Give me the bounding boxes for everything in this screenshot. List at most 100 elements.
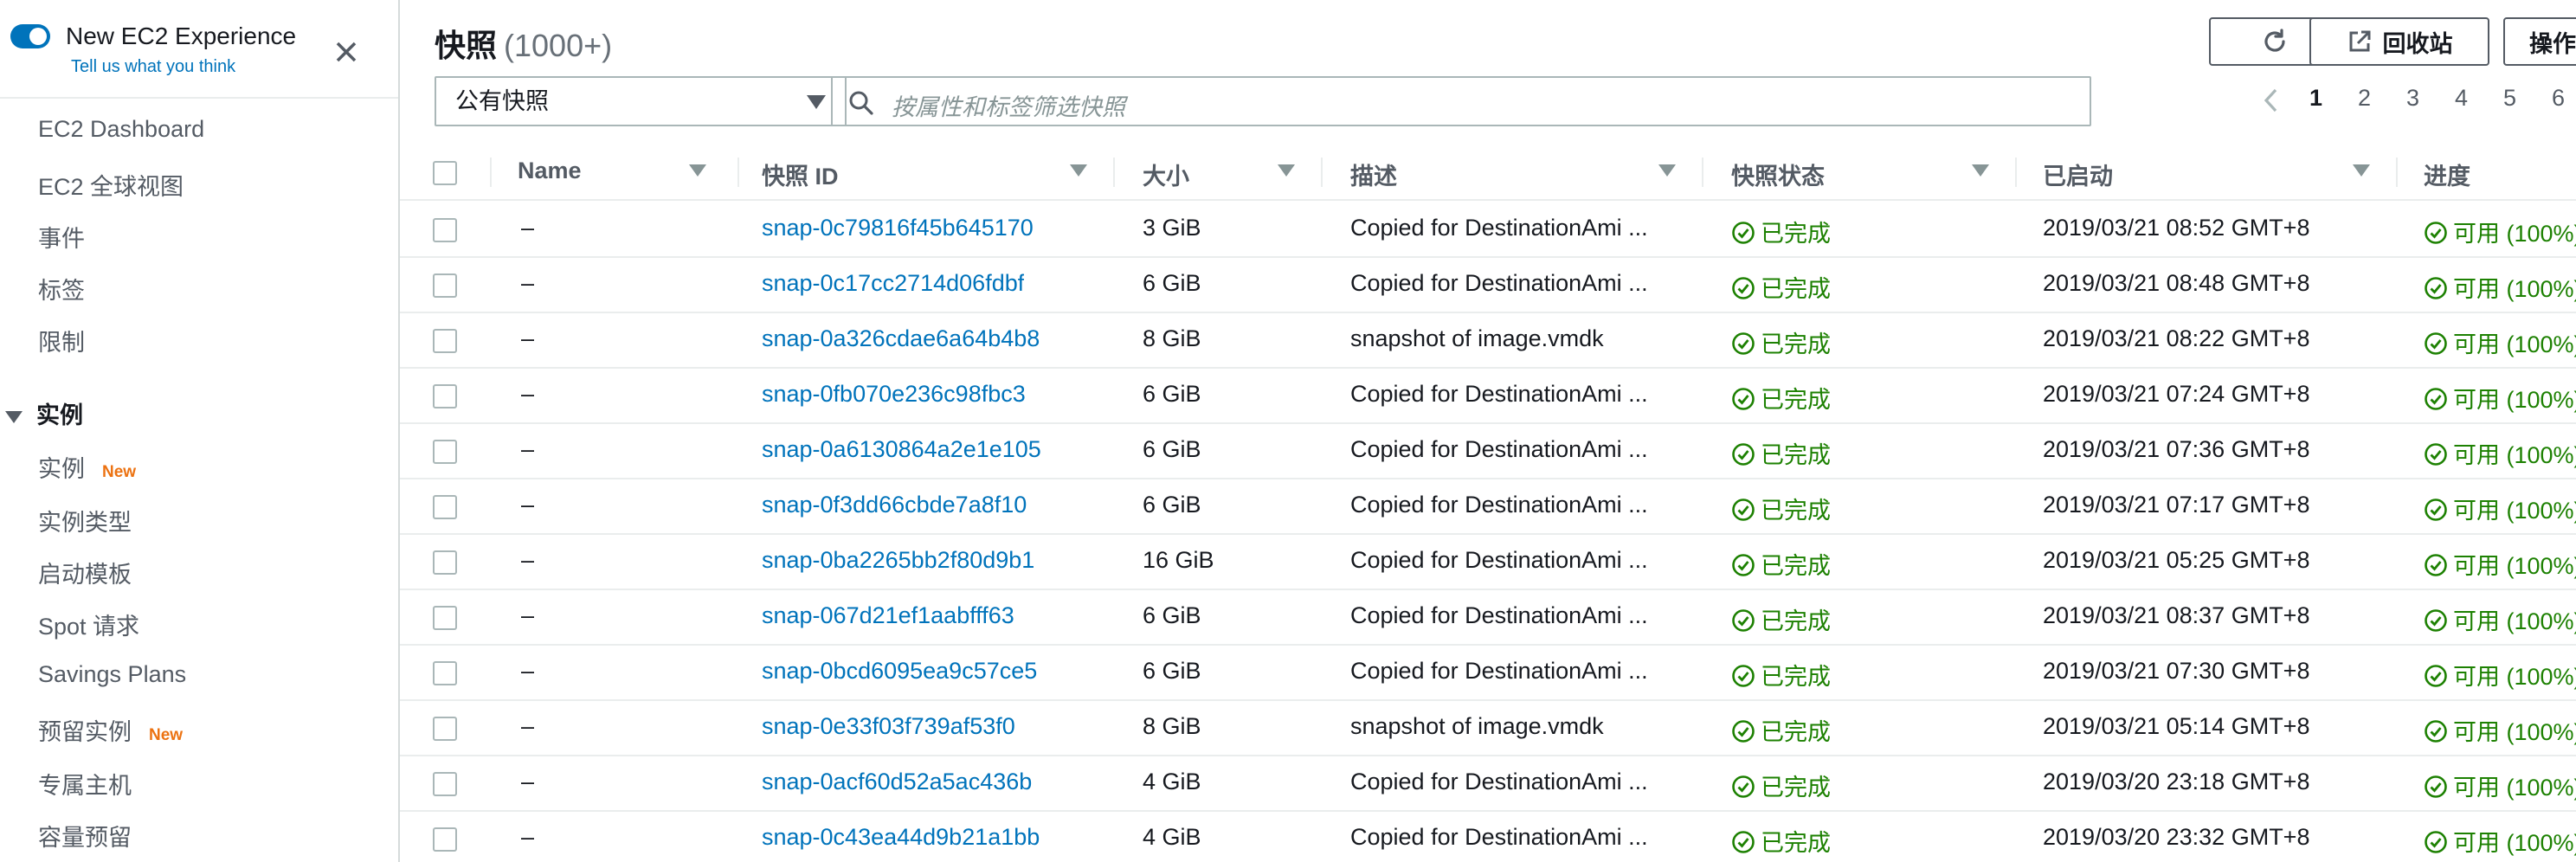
cell-name: –	[521, 215, 535, 241]
cell-snapshot-id-link[interactable]: snap-0acf60d52a5ac436b	[762, 769, 1032, 795]
sidebar-item-spot-requests[interactable]: Spot 请求	[38, 608, 139, 641]
close-icon[interactable]	[329, 35, 364, 69]
sidebar-section-instances[interactable]: 实例	[5, 396, 83, 430]
row-checkbox[interactable]	[433, 717, 457, 741]
check-circle-icon	[2425, 775, 2447, 798]
column-header-status[interactable]: 快照状态	[1731, 158, 1825, 191]
sidebar-item-savings-plans[interactable]: Savings Plans	[38, 661, 186, 688]
column-separator	[490, 158, 492, 187]
table-row[interactable]: – snap-0f3dd66cbde7a8f10 6 GiB Copied for D…	[400, 478, 2576, 535]
table-row[interactable]: – snap-0acf60d52a5ac436b 4 GiB Copied for D…	[400, 755, 2576, 812]
cell-started: 2019/03/21 07:36 GMT+8	[2043, 436, 2310, 462]
sidebar-item-limits[interactable]: 限制	[38, 324, 85, 357]
cell-snapshot-id-link[interactable]: snap-0a6130864a2e1e105	[762, 436, 1041, 463]
page-5[interactable]: 5	[2503, 85, 2516, 112]
page-6[interactable]: 6	[2552, 85, 2565, 112]
feedback-link[interactable]: Tell us what you think	[71, 57, 235, 77]
column-header-snapshot-id[interactable]: 快照 ID	[762, 158, 839, 191]
cell-snapshot-id-link[interactable]: snap-0c79816f45b645170	[762, 215, 1034, 241]
cell-progress: 可用 (100%)	[2424, 658, 2576, 692]
column-header-description[interactable]: 描述	[1350, 158, 1397, 191]
chevron-left-icon[interactable]	[2261, 87, 2282, 114]
cell-size: 8 GiB	[1143, 713, 1201, 739]
column-header-started[interactable]: 已启动	[2043, 158, 2113, 191]
page-3[interactable]: 3	[2406, 85, 2419, 112]
column-separator	[1702, 158, 1703, 187]
sidebar-item-events[interactable]: 事件	[38, 220, 85, 254]
page-1[interactable]: 1	[2309, 85, 2322, 112]
column-header-size[interactable]: 大小	[1143, 158, 1189, 191]
sidebar-item-instance-types[interactable]: 实例类型	[38, 504, 132, 537]
table-row[interactable]: – snap-0a6130864a2e1e105 6 GiB Copied for D…	[400, 422, 2576, 479]
cell-size: 6 GiB	[1143, 381, 1201, 407]
table-row[interactable]: – snap-0bcd6095ea9c57ce5 6 GiB Copied for D…	[400, 644, 2576, 701]
progress-text: 可用 (100%)	[2453, 775, 2576, 801]
check-circle-icon	[2425, 554, 2447, 576]
sidebar-item-capacity-reservations[interactable]: 容量预留	[38, 819, 132, 852]
row-checkbox[interactable]	[433, 772, 457, 796]
table-row[interactable]: – snap-0c17cc2714d06fdbf 6 GiB Copied for D…	[400, 256, 2576, 313]
row-checkbox[interactable]	[433, 440, 457, 464]
sort-caret-icon[interactable]	[1070, 164, 1087, 177]
search-input[interactable]: 按属性和标签筛选快照	[831, 76, 2091, 126]
cell-snapshot-id-link[interactable]: snap-0bcd6095ea9c57ce5	[762, 658, 1037, 685]
row-checkbox[interactable]	[433, 218, 457, 242]
row-checkbox[interactable]	[433, 384, 457, 408]
row-checkbox[interactable]	[433, 550, 457, 575]
cell-snapshot-id-link[interactable]: snap-0c17cc2714d06fdbf	[762, 270, 1024, 297]
sort-caret-icon[interactable]	[1658, 164, 1676, 177]
cell-size: 4 GiB	[1143, 769, 1201, 794]
check-circle-icon	[1732, 609, 1755, 632]
snapshot-type-select[interactable]: 公有快照	[435, 76, 847, 126]
sort-caret-icon[interactable]	[689, 164, 706, 177]
sort-caret-icon[interactable]	[2353, 164, 2370, 177]
row-checkbox[interactable]	[433, 661, 457, 685]
cell-snapshot-id-link[interactable]: snap-0ba2265bb2f80d9b1	[762, 547, 1034, 574]
table-row[interactable]: – snap-067d21ef1aabfff63 6 GiB Copied for D…	[400, 589, 2576, 646]
cell-snapshot-id-link[interactable]: snap-0fb070e236c98fbc3	[762, 381, 1026, 408]
check-circle-icon	[1732, 332, 1755, 355]
sidebar-item-reserved-instances[interactable]: 预留实例 New	[38, 713, 183, 747]
cell-description: Copied for DestinationAmi ...	[1350, 492, 1648, 518]
select-all-checkbox[interactable]	[433, 161, 457, 185]
cell-started: 2019/03/21 05:25 GMT+8	[2043, 547, 2310, 573]
page-4[interactable]: 4	[2455, 85, 2468, 112]
cell-snapshot-id-link[interactable]: snap-0e33f03f739af53f0	[762, 713, 1015, 740]
table-row[interactable]: – snap-0c79816f45b645170 3 GiB Copied for D…	[400, 201, 2576, 258]
cell-status: 已完成	[1731, 769, 1831, 802]
cell-snapshot-id-link[interactable]: snap-0a326cdae6a64b4b8	[762, 325, 1040, 352]
table-row[interactable]: – snap-0a326cdae6a64b4b8 8 GiB snapshot of …	[400, 312, 2576, 369]
sort-caret-icon[interactable]	[1972, 164, 1989, 177]
sidebar-item-launch-templates[interactable]: 启动模板	[38, 556, 132, 589]
cell-size: 16 GiB	[1143, 547, 1214, 573]
sidebar-item-dedicated-hosts[interactable]: 专属主机	[38, 767, 132, 801]
row-checkbox[interactable]	[433, 273, 457, 298]
page-2[interactable]: 2	[2358, 85, 2371, 112]
row-checkbox[interactable]	[433, 606, 457, 630]
recycle-bin-button[interactable]: 回收站	[2309, 17, 2489, 66]
row-checkbox[interactable]	[433, 329, 457, 353]
table-row[interactable]: – snap-0c43ea44d9b21a1bb 4 GiB Copied for D…	[400, 810, 2576, 862]
column-header-progress[interactable]: 进度	[2424, 158, 2470, 191]
cell-snapshot-id-link[interactable]: snap-0c43ea44d9b21a1bb	[762, 824, 1040, 851]
sidebar-item-global-view[interactable]: EC2 全球视图	[38, 168, 184, 202]
cell-name: –	[521, 436, 535, 462]
row-checkbox[interactable]	[433, 827, 457, 852]
cell-started: 2019/03/21 05:14 GMT+8	[2043, 713, 2310, 739]
actions-button[interactable]: 操作	[2503, 17, 2576, 66]
column-header-name[interactable]: Name	[518, 158, 582, 184]
sort-caret-icon[interactable]	[1278, 164, 1295, 177]
cell-snapshot-id-link[interactable]: snap-067d21ef1aabfff63	[762, 602, 1014, 629]
table-row[interactable]: – snap-0ba2265bb2f80d9b1 16 GiB Copied for …	[400, 533, 2576, 590]
table-row[interactable]: – snap-0e33f03f739af53f0 8 GiB snapshot of …	[400, 699, 2576, 756]
row-checkbox[interactable]	[433, 495, 457, 519]
status-text: 已完成	[1761, 830, 1831, 856]
sidebar-item-ec2-dashboard[interactable]: EC2 Dashboard	[38, 116, 204, 143]
sidebar-item-instances[interactable]: 实例 New	[38, 450, 136, 484]
cell-snapshot-id-link[interactable]: snap-0f3dd66cbde7a8f10	[762, 492, 1027, 518]
check-circle-icon	[2425, 222, 2447, 244]
new-experience-toggle[interactable]	[10, 24, 50, 48]
sidebar-item-tags[interactable]: 标签	[38, 272, 85, 306]
table-row[interactable]: – snap-0fb070e236c98fbc3 6 GiB Copied for D…	[400, 367, 2576, 424]
cell-description: Copied for DestinationAmi ...	[1350, 215, 1648, 241]
